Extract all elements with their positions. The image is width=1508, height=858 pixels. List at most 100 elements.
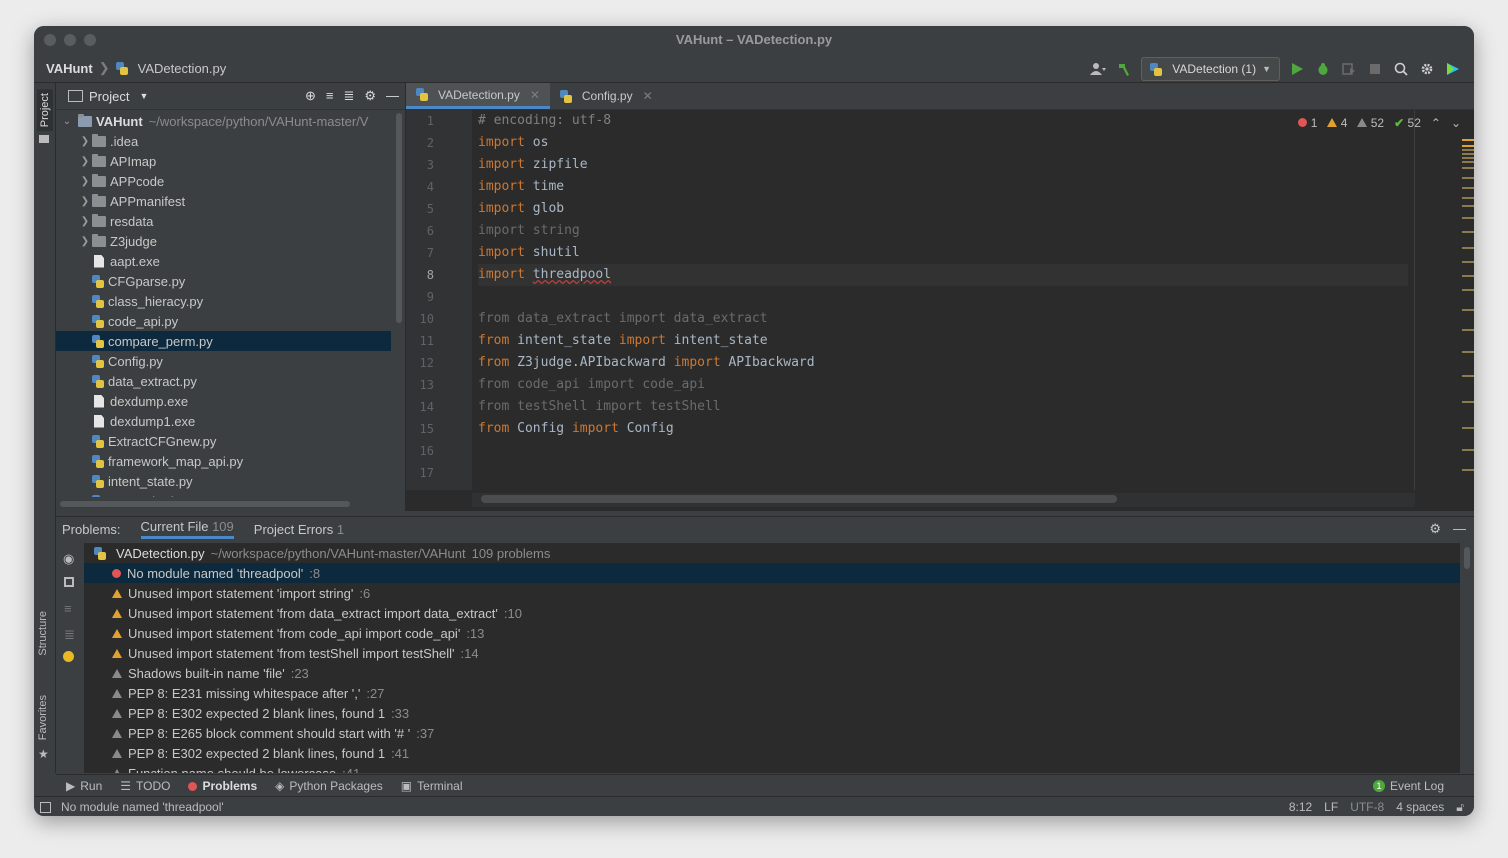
problem-row[interactable]: PEP 8: E265 block comment should start w… [84,723,1460,743]
problems-file-header[interactable]: VADetection.py ~/workspace/python/VAHunt… [84,543,1460,563]
stripe-mark[interactable] [1462,275,1474,277]
project-vertical-scrollbar[interactable] [396,113,402,323]
code-area[interactable]: # encoding: utf-8 import os import zipfile… [478,110,1408,484]
problem-row[interactable]: Function name should be lowercase:41 [84,763,1460,773]
tree-item[interactable]: KeyMethod.py [56,491,391,497]
project-horizontal-scrollbar[interactable] [60,501,350,507]
tree-item[interactable]: ❯ Z3judge [56,231,391,251]
problem-row[interactable]: Unused import statement 'from code_api i… [84,623,1460,643]
stripe-mark[interactable] [1462,261,1474,263]
hide-minus-icon[interactable]: — [1453,521,1466,537]
hide-minus-icon[interactable]: — [386,88,399,104]
inspection-widget[interactable]: 1 4 52 ✔ 52 ⌃ ⌄ [1298,116,1461,130]
code-line[interactable]: import time [478,176,1408,198]
tree-item[interactable]: framework_map_api.py [56,451,391,471]
stripe-mark[interactable] [1462,309,1474,311]
tree-item[interactable]: compare_perm.py [56,331,391,351]
stripe-mark[interactable] [1462,401,1474,403]
collapse-all-icon[interactable]: ≣ [343,88,354,104]
code-line[interactable]: from data_extract import data_extract [478,308,1408,330]
tree-item[interactable]: code_api.py [56,311,391,331]
indent-setting[interactable]: 4 spaces [1396,800,1444,815]
gear-icon[interactable]: ⚙ [1429,521,1441,537]
code-line[interactable]: from testShell import testShell [478,396,1408,418]
problem-row[interactable]: PEP 8: E302 expected 2 blank lines, foun… [84,743,1460,763]
error-stripe[interactable] [1461,139,1474,471]
lightbulb-icon[interactable] [63,651,74,662]
stripe-mark[interactable] [1462,329,1474,331]
stripe-mark[interactable] [1462,205,1474,207]
chevron-up-icon[interactable]: ⌃ [1431,116,1441,130]
search-icon[interactable] [1392,60,1410,78]
stripe-mark[interactable] [1462,177,1474,179]
code-line[interactable]: from intent_state import intent_state [478,330,1408,352]
chevron-down-icon[interactable]: ⌄ [60,116,74,127]
stripe-mark[interactable] [1462,157,1474,159]
code-line[interactable]: from Z3judge.APIbackward import APIbackw… [478,352,1408,374]
stripe-mark[interactable] [1462,231,1474,233]
chevron-right-icon[interactable]: ❯ [78,156,92,167]
toggle-tool-windows-icon[interactable] [40,801,51,813]
chevron-right-icon[interactable]: ❯ [78,196,92,207]
run-configuration-select[interactable]: VADetection (1) ▼ [1141,57,1280,81]
project-view-select[interactable]: Project [89,89,129,104]
expand-all-icon[interactable]: ≡ [326,88,334,104]
tree-item[interactable]: ❯ APImap [56,151,391,171]
stripe-mark[interactable] [1462,217,1474,219]
code-line[interactable]: import shutil [478,242,1408,264]
tab-current-file[interactable]: Current File 109 [140,519,234,539]
tree-item[interactable]: ❯ APPmanifest [56,191,391,211]
problem-row[interactable]: PEP 8: E302 expected 2 blank lines, foun… [84,703,1460,723]
tab-project-errors[interactable]: Project Errors 1 [254,522,344,537]
todo-tool-tab[interactable]: ☰ TODO [120,779,170,793]
stripe-mark[interactable] [1462,375,1474,377]
code-line[interactable] [478,440,1408,462]
stripe-mark[interactable] [1462,161,1474,163]
tree-item[interactable]: ExtractCFGnew.py [56,431,391,451]
tree-item[interactable]: aapt.exe [56,251,391,271]
tree-item[interactable]: CFGparse.py [56,271,391,291]
chevron-right-icon[interactable]: ❯ [78,136,92,147]
collapse-all-icon[interactable]: ≣ [64,627,75,643]
breadcrumb-file[interactable]: VADetection.py [138,61,227,76]
lock-icon[interactable]: 🔓︎ [1456,800,1464,815]
caret-position[interactable]: 8:12 [1289,800,1312,815]
tree-item[interactable]: class_hieracy.py [56,291,391,311]
coverage-icon[interactable] [1340,60,1358,78]
code-line[interactable]: # encoding: utf-8 [478,110,1408,132]
stripe-mark[interactable] [1462,449,1474,451]
problem-row[interactable]: Unused import statement 'import string':… [84,583,1460,603]
stripe-mark[interactable] [1462,149,1474,151]
problem-row[interactable]: Shadows built-in name 'file':23 [84,663,1460,683]
problem-row[interactable]: PEP 8: E231 missing whitespace after ','… [84,683,1460,703]
user-icon[interactable] [1089,60,1107,78]
run-tool-tab[interactable]: ▶ Run [66,779,102,793]
close-tab-icon[interactable]: ✕ [530,88,540,102]
problem-row[interactable]: Unused import statement 'from data_extra… [84,603,1460,623]
structure-tool-tab[interactable]: Structure [37,611,49,656]
code-line[interactable] [478,286,1408,308]
problem-row[interactable]: Unused import statement 'from testShell … [84,643,1460,663]
project-tool-tab[interactable]: Project [37,89,53,132]
chevron-right-icon[interactable]: ❯ [78,176,92,187]
event-log-tool-tab[interactable]: 1 Event Log [1372,779,1444,793]
chevron-right-icon[interactable]: ❯ [78,236,92,247]
tree-item[interactable]: Config.py [56,351,391,371]
stripe-mark[interactable] [1462,247,1474,249]
python-packages-tool-tab[interactable]: ◈ Python Packages [275,779,383,793]
stripe-mark[interactable] [1462,351,1474,353]
stripe-mark[interactable] [1462,469,1474,471]
locate-target-icon[interactable]: ⊕ [305,88,316,104]
code-line[interactable]: import glob [478,198,1408,220]
tree-item[interactable]: dexdump.exe [56,391,391,411]
run-icon[interactable] [1288,60,1306,78]
debug-bug-icon[interactable] [1314,60,1332,78]
code-line[interactable]: from code_api import code_api [478,374,1408,396]
settings-gear-icon[interactable] [1418,60,1436,78]
favorites-tool-tab[interactable]: Favorites [37,695,49,740]
tree-item[interactable]: ❯ resdata [56,211,391,231]
stripe-mark[interactable] [1462,145,1474,147]
tree-item[interactable]: ❯ .idea [56,131,391,151]
editor-tab[interactable]: Config.py ✕ [550,83,663,109]
expand-all-icon[interactable]: ≡ [64,601,72,616]
